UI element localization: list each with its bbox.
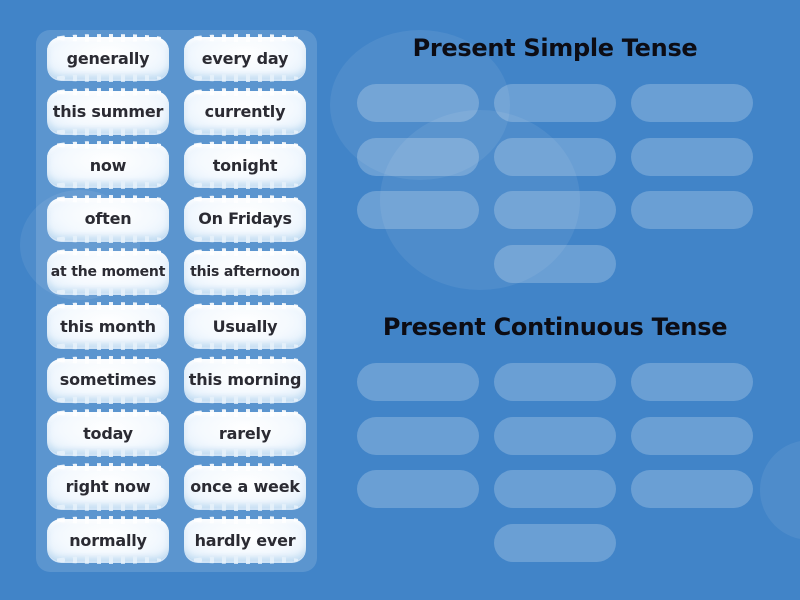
drop-slot-present-continuous[interactable]: [357, 416, 479, 455]
drop-slot-present-continuous[interactable]: [631, 416, 753, 455]
drop-slot-present-continuous[interactable]: [494, 470, 616, 508]
drop-slot-present-continuous[interactable]: [631, 470, 753, 508]
word-card[interactable]: this afternoon: [184, 248, 306, 297]
word-card-label: right now: [65, 477, 151, 497]
drop-slot-present-continuous[interactable]: [357, 470, 479, 508]
word-card[interactable]: hardly ever: [184, 516, 306, 565]
word-card[interactable]: sometimes: [47, 355, 169, 404]
drop-slot-present-simple[interactable]: [631, 137, 753, 176]
word-card[interactable]: generally: [47, 34, 169, 82]
word-card[interactable]: On Fridays: [184, 194, 306, 243]
word-card-label: every day: [201, 48, 289, 68]
word-card[interactable]: often: [47, 194, 169, 243]
word-card-label: On Fridays: [198, 209, 292, 229]
word-card-label: rarely: [218, 423, 272, 443]
drop-slot-present-simple[interactable]: [631, 84, 753, 122]
word-card[interactable]: at the moment: [47, 248, 169, 297]
drop-slot-present-simple[interactable]: [494, 84, 616, 122]
word-card[interactable]: right now: [47, 462, 169, 511]
word-card[interactable]: tonight: [184, 141, 306, 190]
drop-slot-present-simple[interactable]: [631, 191, 753, 229]
drop-slot-present-continuous[interactable]: [631, 363, 753, 401]
word-card-label: at the moment: [50, 264, 166, 281]
word-card[interactable]: now: [47, 141, 169, 190]
word-card-label: tonight: [212, 155, 278, 175]
word-card-label: normally: [69, 530, 147, 550]
word-card[interactable]: this month: [47, 302, 169, 350]
word-card-label: Usually: [212, 316, 278, 336]
word-card-label: this month: [60, 316, 156, 336]
word-card[interactable]: today: [47, 409, 169, 458]
word-card-label: now: [89, 155, 127, 175]
word-card[interactable]: once a week: [184, 462, 306, 511]
drop-slot-present-simple[interactable]: [357, 84, 479, 122]
word-card-label: this afternoon: [190, 264, 300, 281]
word-card-label: often: [84, 209, 132, 229]
word-card-label: this summer: [52, 102, 164, 122]
word-card-label: sometimes: [59, 370, 157, 390]
drop-slot-present-continuous[interactable]: [357, 363, 479, 401]
word-card[interactable]: rarely: [184, 409, 306, 458]
word-card-label: today: [83, 423, 133, 443]
word-card[interactable]: this morning: [184, 355, 306, 404]
word-card-label: this morning: [188, 370, 302, 390]
word-card-label: generally: [66, 48, 150, 68]
drop-slot-present-simple[interactable]: [357, 137, 479, 176]
drop-slot-present-simple[interactable]: [357, 191, 479, 229]
word-card-label: once a week: [190, 477, 300, 497]
background-cloud: [760, 440, 800, 540]
drop-slot-present-simple[interactable]: [494, 191, 616, 229]
drop-slot-present-continuous[interactable]: [494, 363, 616, 401]
drop-slot-present-simple[interactable]: [494, 244, 616, 283]
word-card-label: currently: [204, 102, 286, 122]
word-card[interactable]: every day: [184, 34, 306, 82]
word-card-label: hardly ever: [194, 530, 296, 550]
word-card[interactable]: normally: [47, 516, 169, 565]
drop-slot-present-continuous[interactable]: [494, 416, 616, 455]
drop-slot-present-continuous[interactable]: [494, 523, 616, 562]
group-title-present-continuous: Present Continuous Tense: [382, 313, 728, 341]
word-card[interactable]: Usually: [184, 302, 306, 350]
word-card[interactable]: currently: [184, 87, 306, 136]
drop-slot-present-simple[interactable]: [494, 137, 616, 176]
word-card[interactable]: this summer: [47, 87, 169, 136]
group-title-present-simple: Present Simple Tense: [412, 34, 698, 62]
